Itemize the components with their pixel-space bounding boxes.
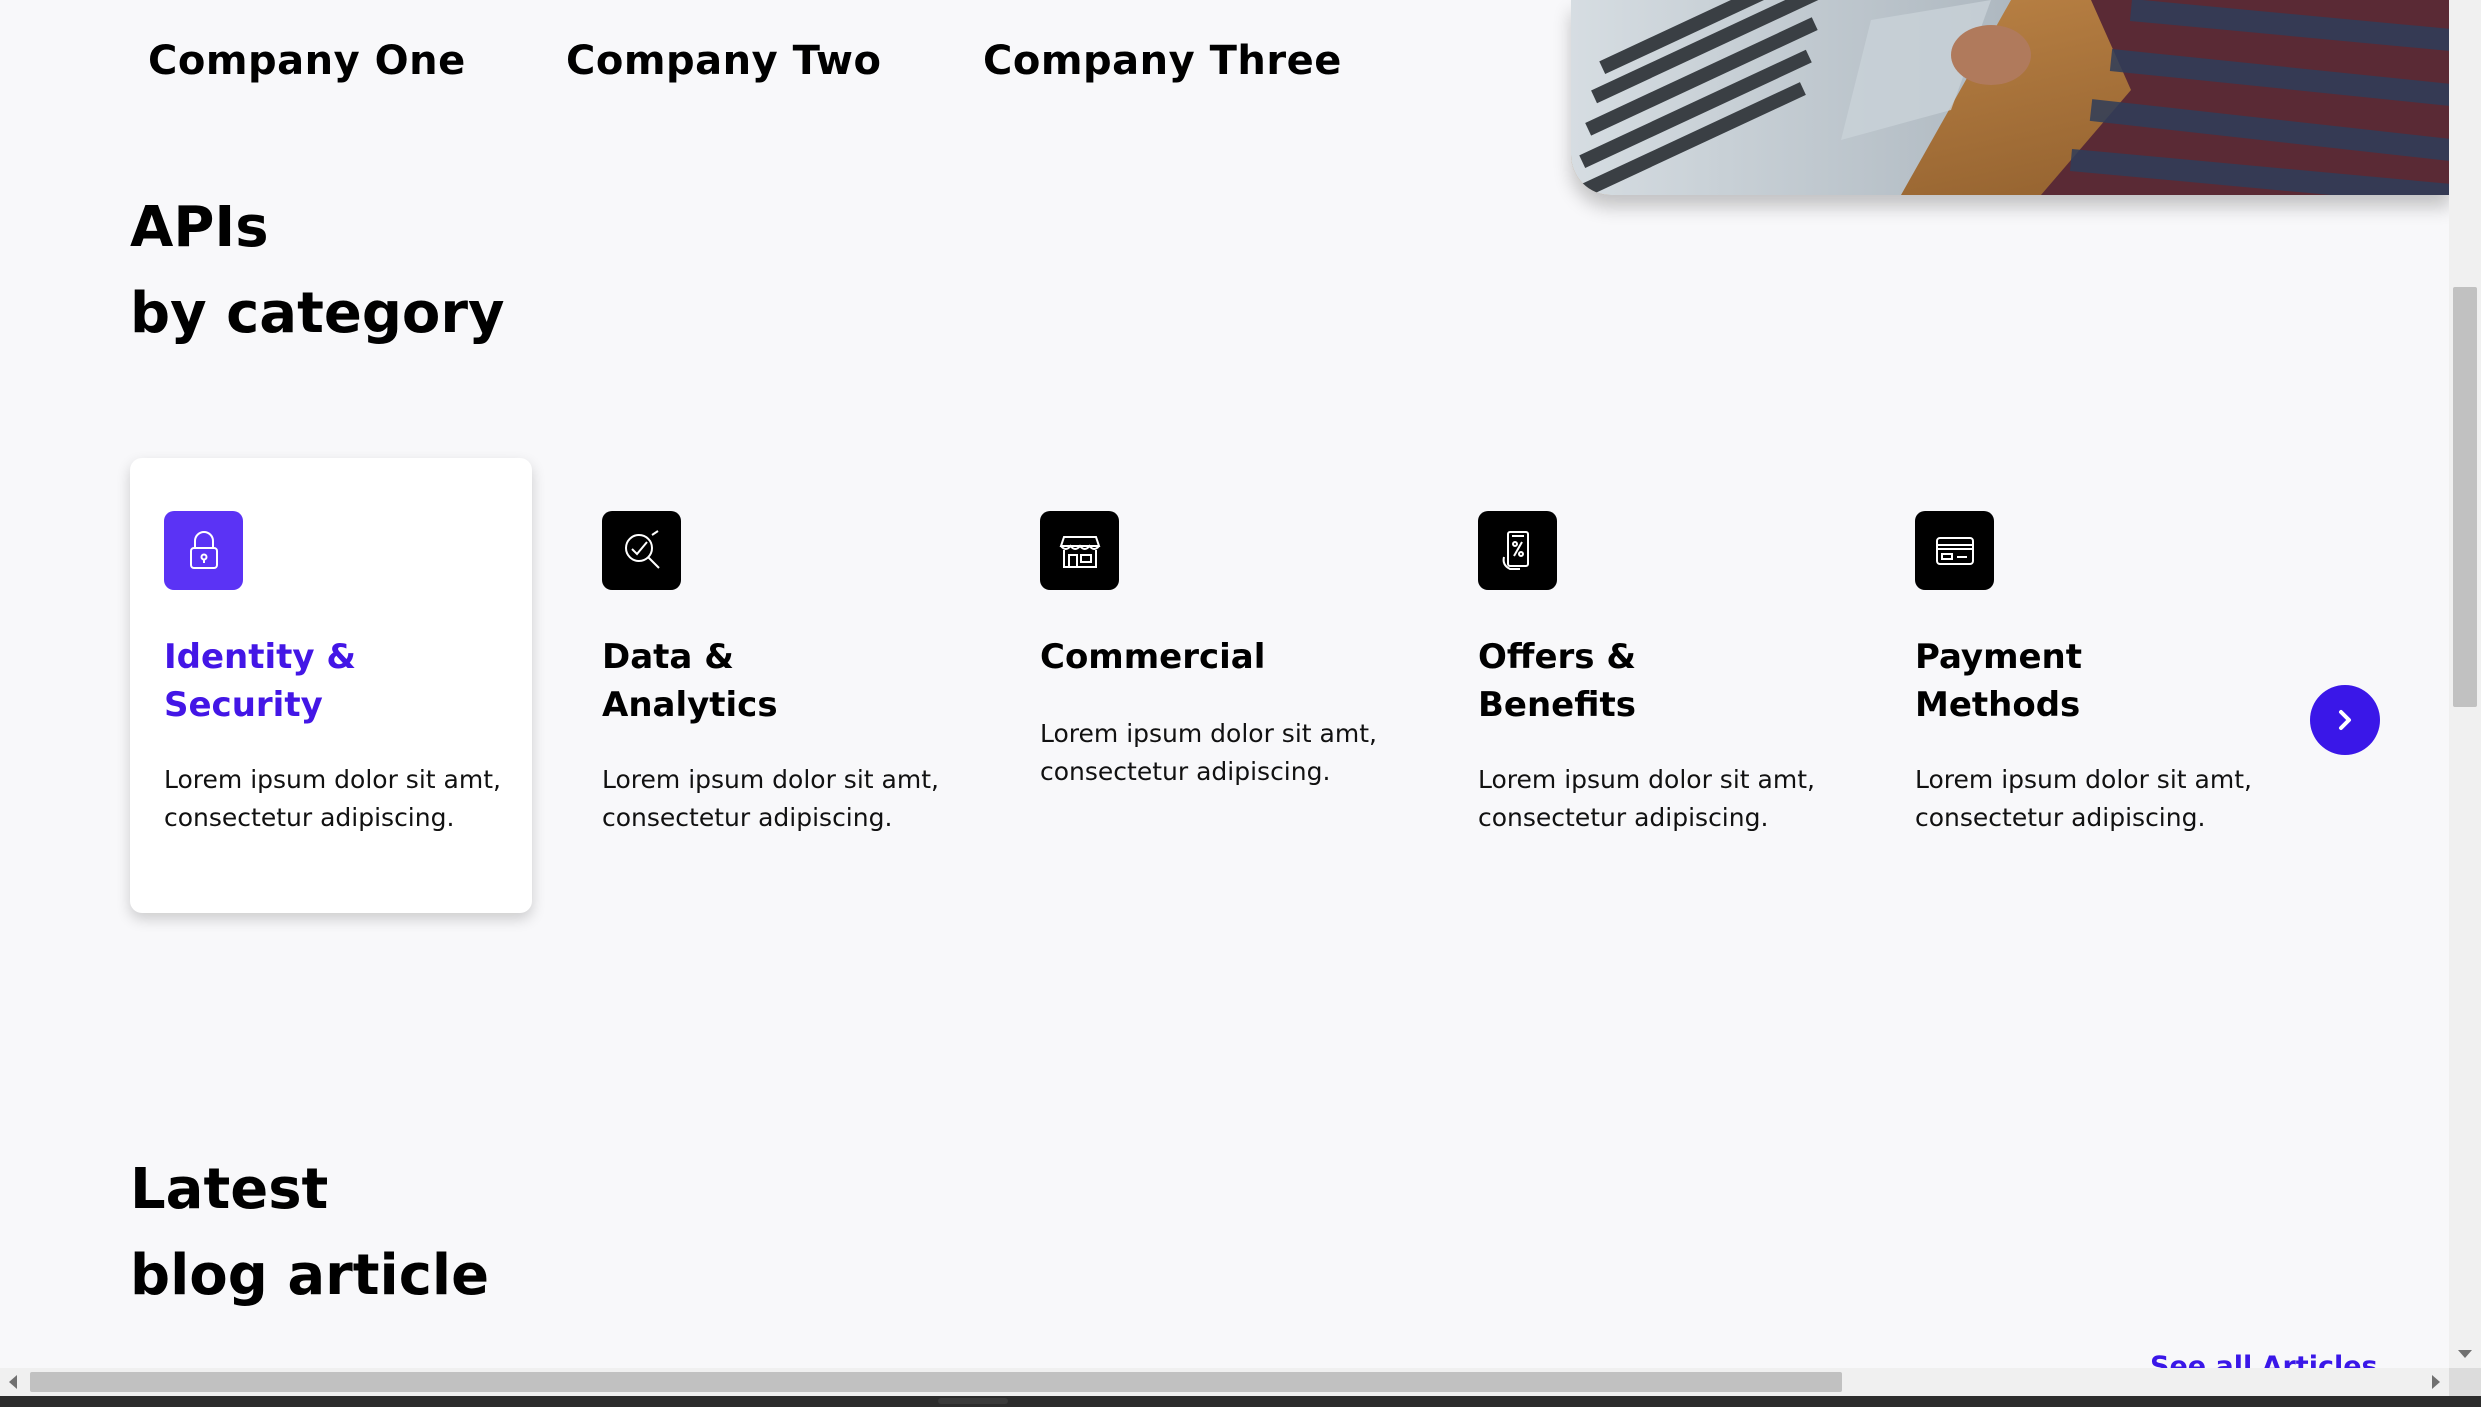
category-card-offers-benefits[interactable]: Offers & Benefits Lorem ipsum dolor sit … <box>1444 458 1846 913</box>
window-bottom-bar <box>0 1396 2481 1407</box>
horizontal-scrollbar-thumb[interactable] <box>30 1372 1842 1392</box>
category-title: Data & Analytics <box>602 637 778 725</box>
vertical-scrollbar[interactable] <box>2449 0 2481 1368</box>
bottom-bar-handle <box>938 1398 1008 1404</box>
scroll-down-arrow-icon[interactable] <box>2458 1350 2472 1358</box>
analytics-search-icon <box>602 511 681 590</box>
storefront-icon <box>1040 511 1119 590</box>
apis-heading-line2: by category <box>130 281 505 346</box>
apis-heading-line1: APIs <box>130 195 269 260</box>
apis-by-category-heading: APIs by category <box>130 185 505 357</box>
blog-heading-line2: blog article <box>130 1243 490 1308</box>
company-logo-two: Company Two <box>566 38 882 84</box>
category-title: Identity & Security <box>164 637 357 725</box>
category-description: Lorem ipsum dolor sit amt, consectetur a… <box>164 765 501 832</box>
category-description: Lorem ipsum dolor sit amt, consectetur a… <box>1040 719 1377 786</box>
category-title: Commercial <box>1040 637 1266 677</box>
category-card-identity-security[interactable]: Identity & Security Lorem ipsum dolor si… <box>130 458 532 913</box>
company-logo-three: Company Three <box>983 38 1342 84</box>
category-description: Lorem ipsum dolor sit amt, consectetur a… <box>1478 765 1815 832</box>
hero-photo-laptop <box>1571 0 2449 195</box>
scroll-left-arrow-icon[interactable] <box>9 1375 17 1389</box>
see-all-articles-link[interactable]: See all Articles <box>2150 1351 2378 1368</box>
category-description: Lorem ipsum dolor sit amt, consectetur a… <box>602 765 939 832</box>
chevron-right-icon <box>2339 710 2351 730</box>
category-title: Payment Methods <box>1915 637 2083 725</box>
latest-blog-article-heading: Latest blog article <box>130 1147 489 1319</box>
category-title: Offers & Benefits <box>1478 637 1636 725</box>
credit-card-icon <box>1915 511 1994 590</box>
mobile-offer-icon <box>1478 511 1557 590</box>
category-description: Lorem ipsum dolor sit amt, consectetur a… <box>1915 765 2252 832</box>
category-card-data-analytics[interactable]: Data & Analytics Lorem ipsum dolor sit a… <box>568 458 970 913</box>
scroll-right-arrow-icon[interactable] <box>2432 1375 2440 1389</box>
category-card-payment-methods[interactable]: Payment Methods Lorem ipsum dolor sit am… <box>1881 458 2283 913</box>
lock-icon <box>164 511 243 590</box>
horizontal-scrollbar[interactable] <box>0 1368 2449 1396</box>
carousel-next-button[interactable] <box>2310 685 2380 755</box>
vertical-scrollbar-thumb[interactable] <box>2453 287 2477 707</box>
scrollbar-corner <box>2449 1368 2481 1396</box>
blog-heading-line1: Latest <box>130 1157 329 1222</box>
category-card-commercial[interactable]: Commercial Lorem ipsum dolor sit amt, co… <box>1006 458 1408 913</box>
company-logo-one: Company One <box>148 38 466 84</box>
page-viewport: Company One Company Two Company Three AP… <box>0 0 2449 1368</box>
